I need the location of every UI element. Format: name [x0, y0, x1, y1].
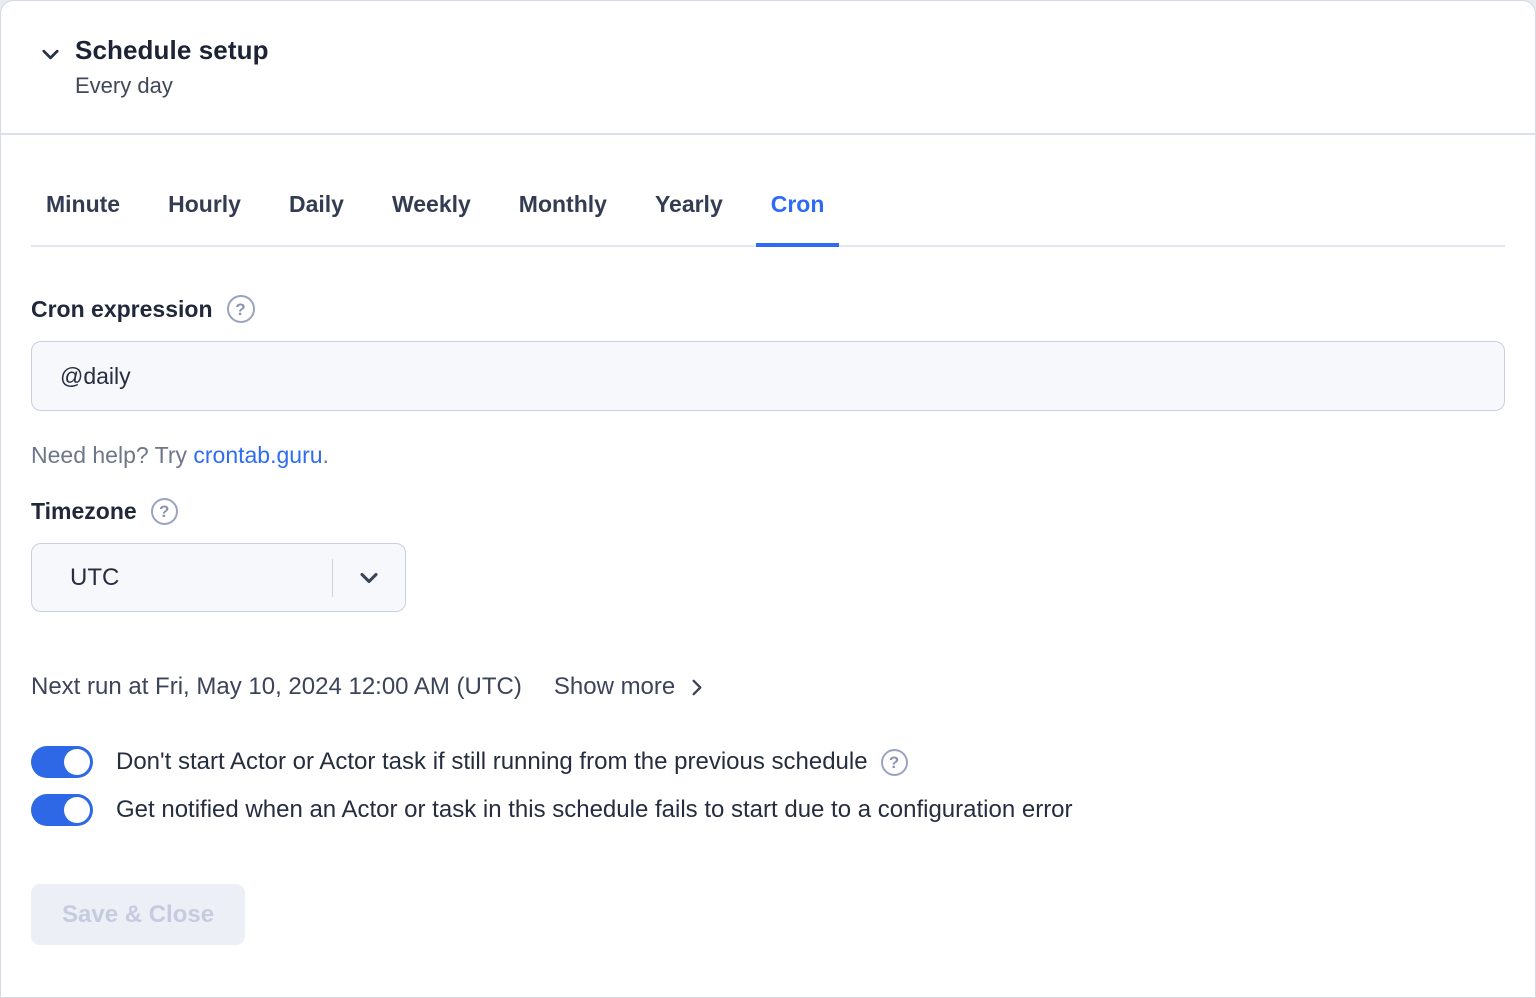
schedule-type-tabs: Minute Hourly Daily Weekly Monthly Yearl… — [31, 189, 1505, 247]
next-run-row: Next run at Fri, May 10, 2024 12:00 AM (… — [31, 673, 1505, 701]
save-close-button[interactable]: Save & Close — [31, 884, 245, 945]
help-icon[interactable]: ? — [227, 295, 255, 323]
tab-monthly[interactable]: Monthly — [504, 189, 622, 247]
cron-help-text: Need help? Try crontab.guru. — [31, 440, 1505, 470]
cron-help-prefix: Need help? Try — [31, 442, 193, 468]
toggle-knob — [64, 749, 90, 775]
page-subtitle: Every day — [75, 71, 269, 101]
tab-minute[interactable]: Minute — [31, 189, 135, 247]
toggle-row-dont-start: Don't start Actor or Actor task if still… — [31, 746, 1505, 778]
cron-expression-input[interactable] — [31, 341, 1505, 411]
header-text-block: Schedule setup Every day — [75, 34, 269, 101]
tab-hourly[interactable]: Hourly — [153, 189, 256, 247]
get-notified-toggle-label: Get notified when an Actor or task in th… — [116, 794, 1073, 826]
toggle-knob — [64, 797, 90, 823]
dont-start-toggle-label: Don't start Actor or Actor task if still… — [116, 746, 868, 778]
timezone-label: Timezone — [31, 496, 137, 526]
tab-cron[interactable]: Cron — [756, 189, 840, 247]
timezone-label-row: Timezone ? — [31, 496, 1505, 526]
tab-weekly[interactable]: Weekly — [377, 189, 486, 247]
tab-daily[interactable]: Daily — [274, 189, 359, 247]
cron-help-suffix: . — [323, 442, 329, 468]
show-more-button[interactable]: Show more — [554, 673, 708, 701]
cron-expression-label-row: Cron expression ? — [31, 294, 1505, 324]
timezone-select[interactable]: UTC — [31, 543, 406, 612]
get-notified-toggle[interactable] — [31, 794, 93, 826]
next-run-text: Next run at Fri, May 10, 2024 12:00 AM (… — [31, 673, 522, 701]
cron-expression-label: Cron expression — [31, 294, 213, 324]
chevron-down-icon — [333, 564, 405, 592]
chevron-right-icon — [685, 676, 708, 699]
schedule-setup-modal: Schedule setup Every day Minute Hourly D… — [0, 0, 1536, 998]
help-icon[interactable]: ? — [881, 749, 908, 776]
modal-header: Schedule setup Every day — [1, 1, 1535, 135]
show-more-label: Show more — [554, 673, 675, 701]
crontab-guru-link[interactable]: crontab.guru — [193, 442, 322, 468]
dont-start-toggle[interactable] — [31, 746, 93, 778]
tab-yearly[interactable]: Yearly — [640, 189, 738, 247]
timezone-selected-value: UTC — [32, 564, 332, 592]
toggle-row-get-notified: Get notified when an Actor or task in th… — [31, 794, 1505, 826]
page-title: Schedule setup — [75, 34, 269, 67]
options-toggles: Don't start Actor or Actor task if still… — [31, 746, 1505, 826]
collapse-chevron-down-icon[interactable] — [37, 41, 64, 68]
help-icon[interactable]: ? — [151, 498, 178, 525]
